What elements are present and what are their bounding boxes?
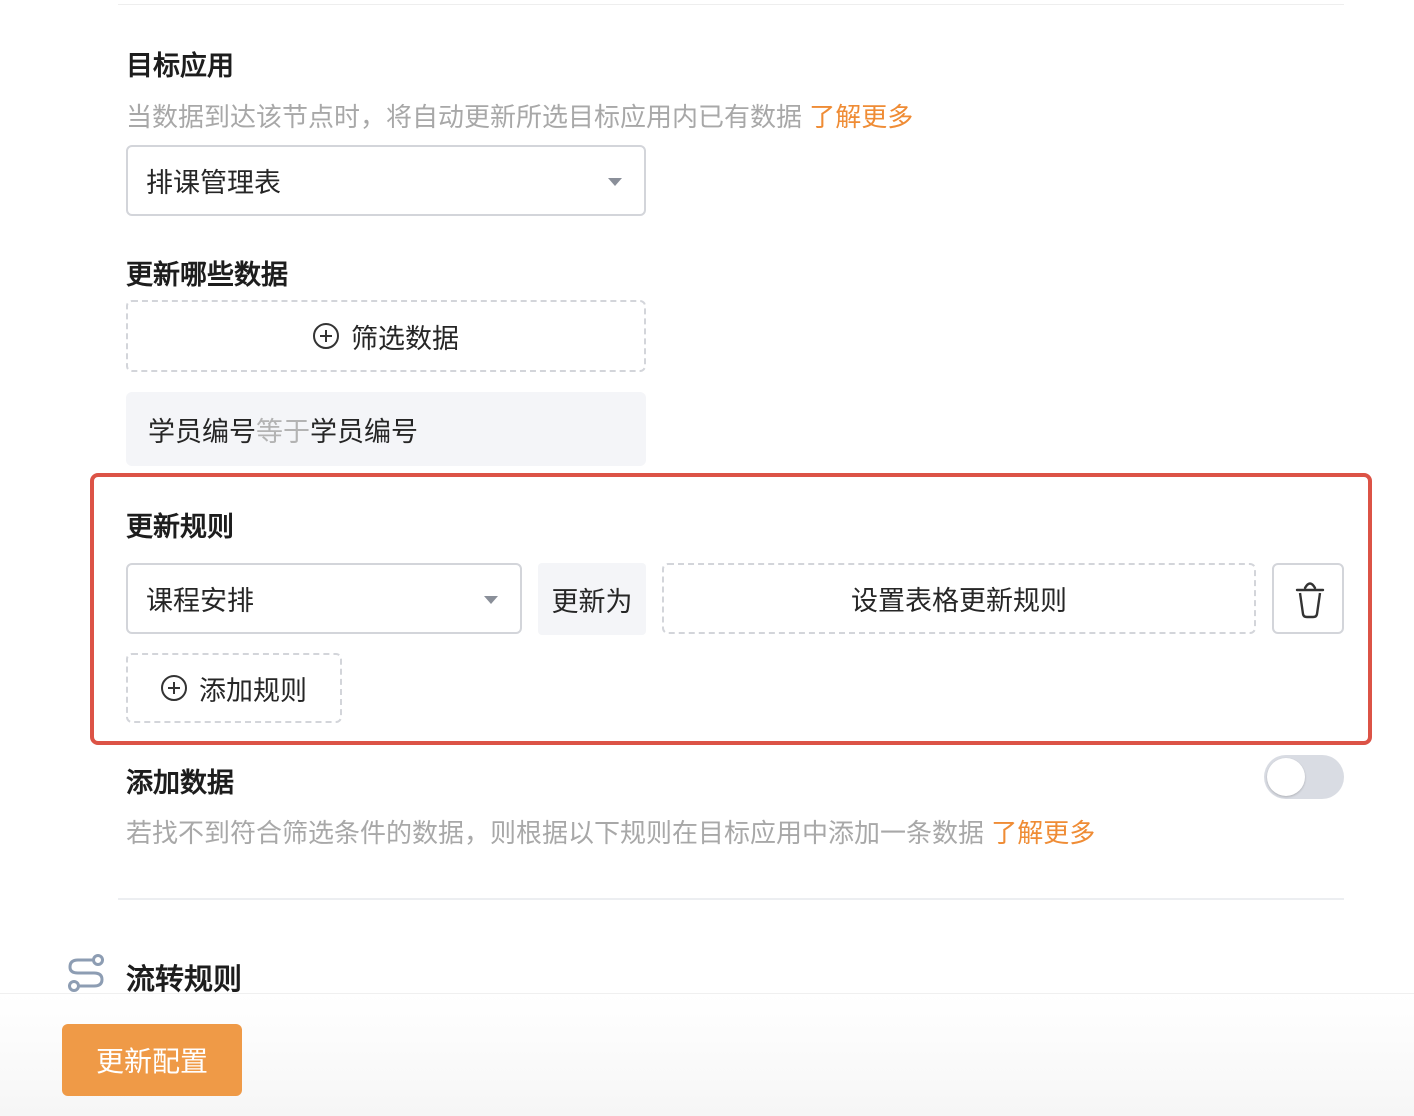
add-data-description: 若找不到符合筛选条件的数据，则根据以下规则在目标应用中添加一条数据 了解更多 — [126, 813, 1095, 850]
rule-field-value: 课程安排 — [146, 586, 254, 616]
update-rules-title: 更新规则 — [126, 512, 234, 542]
chevron-down-icon — [608, 178, 622, 186]
condition-field: 学员编号 — [148, 416, 256, 447]
condition-operator: 等于 — [256, 416, 310, 447]
update-config-button[interactable]: 更新配置 — [62, 1024, 242, 1096]
target-app-description-text: 当数据到达该节点时，将自动更新所选目标应用内已有数据 — [126, 102, 803, 132]
flow-rules-title: 流转规则 — [126, 964, 243, 996]
filter-condition[interactable]: 学员编号 等于 学员编号 — [126, 392, 646, 466]
set-table-update-rule-label: 设置表格更新规则 — [851, 586, 1067, 616]
target-app-title: 目标应用 — [126, 51, 234, 81]
filter-data-button[interactable]: 筛选数据 — [126, 300, 646, 372]
condition-value: 学员编号 — [310, 416, 418, 447]
target-app-learn-more-link[interactable]: 了解更多 — [809, 102, 913, 132]
top-divider — [118, 4, 1344, 5]
filter-data-label: 筛选数据 — [351, 323, 459, 354]
plus-circle-icon — [313, 323, 339, 349]
target-app-selected-value: 排课管理表 — [146, 168, 281, 198]
add-data-title: 添加数据 — [126, 768, 234, 798]
target-app-description: 当数据到达该节点时，将自动更新所选目标应用内已有数据 了解更多 — [126, 97, 913, 134]
target-app-select[interactable]: 排课管理表 — [126, 145, 646, 216]
section-divider — [118, 898, 1344, 900]
add-data-toggle[interactable] — [1264, 755, 1344, 799]
delete-rule-button[interactable] — [1272, 563, 1344, 634]
add-rule-label: 添加规则 — [199, 675, 307, 706]
chevron-down-icon — [484, 596, 498, 604]
trash-icon — [1295, 582, 1325, 619]
route-icon — [68, 954, 104, 992]
add-rule-button[interactable]: 添加规则 — [126, 653, 342, 723]
set-table-update-rule-button[interactable]: 设置表格更新规则 — [662, 563, 1256, 634]
add-data-description-text: 若找不到符合筛选条件的数据，则根据以下规则在目标应用中添加一条数据 — [126, 818, 985, 848]
add-data-learn-more-link[interactable]: 了解更多 — [991, 818, 1095, 848]
plus-circle-icon — [161, 675, 187, 701]
rule-field-select[interactable]: 课程安排 — [126, 563, 522, 634]
update-as-label: 更新为 — [538, 563, 646, 635]
toggle-knob — [1267, 758, 1305, 796]
which-data-title: 更新哪些数据 — [126, 260, 288, 290]
